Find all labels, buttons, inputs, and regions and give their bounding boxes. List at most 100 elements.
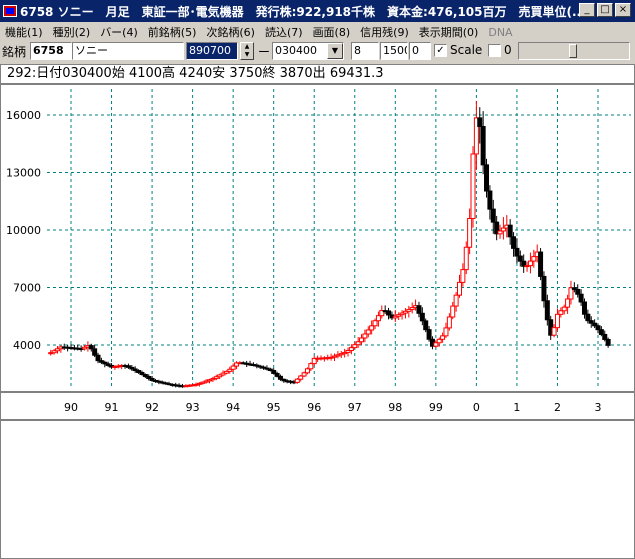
window-title: 6758 ソニー 月足 東証一部･電気機器 発行株:922,918千株 資本金:… bbox=[20, 4, 580, 19]
x-tick-label: 95 bbox=[267, 401, 281, 414]
title-bar[interactable]: 6758 ソニー 月足 東証一部･電気機器 発行株:922,918千株 資本金:… bbox=[0, 0, 635, 22]
candle-body bbox=[456, 281, 462, 296]
stock-name-field[interactable]: ソニー bbox=[72, 42, 184, 60]
candle-body bbox=[578, 293, 584, 303]
candle-body bbox=[602, 333, 608, 340]
candle-body bbox=[359, 337, 365, 343]
x-tick-label: 92 bbox=[145, 401, 159, 414]
indicator-panel bbox=[0, 420, 635, 559]
candle-body bbox=[561, 306, 567, 312]
date-dash: ー bbox=[258, 45, 271, 59]
x-axis-panel: 90 91 92 93 94 95 96 97 98 99 0 1 2 3 bbox=[0, 392, 635, 420]
y-tick-label: 16000 bbox=[6, 109, 41, 122]
candle-body bbox=[375, 315, 381, 322]
candle-body bbox=[365, 329, 371, 335]
candle-body bbox=[575, 288, 581, 295]
candle-body bbox=[446, 316, 452, 329]
candle-body bbox=[551, 327, 557, 336]
candle-body bbox=[514, 247, 520, 257]
candle-body bbox=[443, 327, 449, 337]
candle-body bbox=[595, 325, 601, 331]
zero-checkbox[interactable] bbox=[488, 44, 501, 57]
zero-label: 0 bbox=[504, 43, 512, 57]
x-tick-label: 2 bbox=[554, 401, 561, 414]
value-spinner[interactable]: ▲ ▼ bbox=[240, 42, 254, 60]
period-slider[interactable] bbox=[518, 42, 630, 60]
candle-body bbox=[416, 305, 422, 314]
value-field[interactable]: 890700 bbox=[186, 42, 238, 60]
x-tick-label: 91 bbox=[105, 401, 119, 414]
scale-checkbox[interactable]: ✓ bbox=[434, 44, 447, 57]
candle-body bbox=[541, 275, 547, 302]
candle-body bbox=[581, 301, 587, 315]
x-axis: 90 91 92 93 94 95 96 97 98 99 0 1 2 3 bbox=[64, 401, 602, 414]
field-a[interactable]: 8 bbox=[351, 42, 379, 60]
x-tick-label: 90 bbox=[64, 401, 78, 414]
x-tick-label: 94 bbox=[226, 401, 240, 414]
x-tick-label: 93 bbox=[186, 401, 200, 414]
candle-body bbox=[527, 260, 533, 267]
candle-body bbox=[304, 368, 310, 374]
candle-body bbox=[470, 153, 476, 219]
stock-code-field[interactable]: 6758 bbox=[30, 42, 72, 60]
candle-body bbox=[92, 348, 98, 356]
price-chart: 4000 7000 10000 13000 16000 bbox=[6, 89, 631, 389]
x-tick-label: 1 bbox=[513, 401, 520, 414]
minimize-button[interactable]: _ bbox=[579, 3, 595, 17]
x-tick-label: 98 bbox=[388, 401, 402, 414]
candle-body bbox=[511, 236, 517, 249]
candle-body bbox=[467, 218, 473, 248]
close-button[interactable]: × bbox=[615, 3, 631, 17]
candle-body bbox=[433, 342, 439, 347]
candle-body bbox=[453, 294, 459, 307]
candle-body bbox=[362, 333, 368, 339]
candle-body bbox=[426, 329, 432, 340]
candle-body bbox=[440, 335, 446, 340]
slider-thumb[interactable] bbox=[569, 44, 577, 58]
candle-body bbox=[598, 329, 604, 335]
candle-body bbox=[419, 312, 425, 322]
candle-body bbox=[484, 164, 490, 192]
candle-body bbox=[463, 246, 469, 271]
candle-body bbox=[517, 255, 523, 262]
candle-body bbox=[585, 313, 591, 322]
date-dropdown-arrow-icon[interactable]: ▼ bbox=[327, 43, 343, 59]
candle-body bbox=[436, 338, 442, 344]
candle-body bbox=[507, 224, 513, 238]
candle-body bbox=[487, 190, 493, 210]
x-tick-label: 3 bbox=[595, 401, 602, 414]
candle-body bbox=[308, 363, 314, 370]
y-tick-label: 13000 bbox=[6, 167, 41, 180]
toolbar: 銘柄 6758 ソニー 890700 ▲ ▼ ー 030400 ▼ 8 150 0 … bbox=[0, 22, 635, 66]
y-tick-label: 4000 bbox=[13, 339, 41, 352]
candle-body bbox=[480, 126, 486, 166]
candle-body bbox=[558, 310, 564, 315]
field-c[interactable]: 0 bbox=[409, 42, 431, 60]
app-flag-icon bbox=[3, 5, 17, 17]
candle-body bbox=[95, 354, 101, 362]
candle-body bbox=[565, 298, 571, 308]
candle-body bbox=[460, 269, 466, 283]
y-tick-label: 7000 bbox=[13, 282, 41, 295]
scale-label: Scale bbox=[450, 43, 483, 57]
candle-body bbox=[369, 325, 375, 331]
x-tick-label: 97 bbox=[348, 401, 362, 414]
x-tick-label: 96 bbox=[307, 401, 321, 414]
candle-body bbox=[538, 251, 544, 277]
candle-body bbox=[544, 300, 550, 321]
candle-body bbox=[386, 310, 392, 316]
candle-body bbox=[372, 320, 378, 327]
candle-body bbox=[554, 313, 560, 329]
ohlc-info-bar: 292:日付030400始 4100高 4240安 3750終 3870出 69… bbox=[0, 64, 635, 84]
candle-body bbox=[450, 305, 456, 318]
x-tick-label: 0 bbox=[473, 401, 480, 414]
maximize-button[interactable]: □ bbox=[597, 3, 613, 17]
candle-body bbox=[605, 338, 611, 346]
candle-body bbox=[490, 208, 496, 223]
candle-body bbox=[477, 117, 483, 127]
x-tick-label: 99 bbox=[429, 401, 443, 414]
stock-label: 銘柄 bbox=[2, 45, 27, 59]
y-tick-label: 10000 bbox=[6, 224, 41, 237]
price-chart-panel: 4000 7000 10000 13000 16000 bbox=[0, 84, 635, 392]
field-b[interactable]: 1500 bbox=[380, 42, 408, 60]
